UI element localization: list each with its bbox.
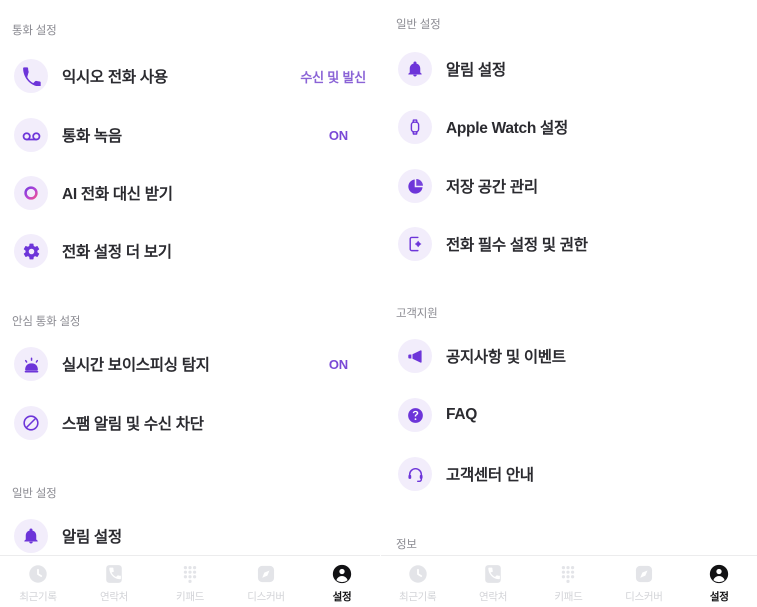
nav-item-keypad[interactable]: 키패드 bbox=[533, 561, 603, 604]
nav-item-settings[interactable]: 설정 bbox=[684, 561, 754, 604]
nav-item-keypad[interactable]: 키패드 bbox=[155, 561, 225, 604]
clock-icon bbox=[407, 561, 429, 587]
keypad-icon bbox=[557, 561, 579, 587]
row-label: 고객센터 안내 bbox=[446, 467, 534, 484]
pie-chart-icon bbox=[398, 169, 432, 203]
row-notification-settings-left[interactable]: 알림 설정 bbox=[14, 514, 366, 558]
row-notification-settings-right[interactable]: 알림 설정 bbox=[398, 47, 738, 91]
nav-item-discover[interactable]: 디스커버 bbox=[609, 561, 679, 604]
question-icon bbox=[398, 398, 432, 432]
row-label: AI 전화 대신 받기 bbox=[62, 186, 173, 203]
phone-icon bbox=[14, 59, 48, 93]
settings-panel-left: 통화 설정 익시오 전화 사용 수신 및 발신 통화 녹음 ON AI 전화 대… bbox=[0, 0, 380, 607]
row-ixio-phone-use[interactable]: 익시오 전화 사용 수신 및 발신 bbox=[14, 54, 366, 98]
discover-icon bbox=[633, 561, 655, 587]
section-title-general-settings-right: 일반 설정 bbox=[396, 19, 441, 31]
person-icon bbox=[331, 561, 353, 587]
row-label: 전화 필수 설정 및 권한 bbox=[446, 237, 588, 254]
nav-label: 설정 bbox=[709, 591, 729, 603]
clock-icon bbox=[27, 561, 49, 587]
voicemail-icon bbox=[14, 118, 48, 152]
row-label: 알림 설정 bbox=[446, 62, 506, 79]
row-label: 통화 녹음 bbox=[62, 128, 122, 145]
nav-label: 디스커버 bbox=[625, 591, 663, 603]
nav-label: 키패드 bbox=[554, 591, 583, 603]
discover-icon bbox=[255, 561, 277, 587]
nav-item-recent[interactable]: 최근기록 bbox=[383, 561, 453, 604]
row-label: FAQ bbox=[446, 406, 477, 423]
nav-label: 디스커버 bbox=[247, 591, 285, 603]
headset-icon bbox=[398, 457, 432, 491]
row-label: 실시간 보이스피싱 탐지 bbox=[62, 357, 210, 374]
panel-divider bbox=[380, 0, 381, 607]
row-more-phone-settings[interactable]: 전화 설정 더 보기 bbox=[14, 229, 366, 273]
row-value-realtime-voicephishing-detect: ON bbox=[328, 356, 348, 372]
nav-label: 최근기록 bbox=[398, 591, 437, 603]
nav-label: 연락처 bbox=[99, 591, 129, 603]
row-value-ixio-phone-use: 수신 및 발신 bbox=[300, 69, 366, 85]
row-call-recording[interactable]: 통화 녹음 ON bbox=[14, 113, 366, 157]
row-customer-center-guide[interactable]: 고객센터 안내 bbox=[398, 452, 738, 496]
bottom-nav-right: 최근기록 연락처 키패드 디스커버 설정 bbox=[380, 555, 757, 607]
row-apple-watch-settings[interactable]: Apple Watch 설정 bbox=[398, 105, 738, 149]
nav-label: 연락처 bbox=[479, 591, 508, 603]
row-phone-required-permissions[interactable]: 전화 필수 설정 및 권한 bbox=[398, 222, 738, 266]
section-title-info: 정보 bbox=[396, 539, 417, 551]
section-title-call-settings: 통화 설정 bbox=[12, 25, 57, 37]
ai-ring-icon bbox=[14, 176, 48, 210]
nav-label: 설정 bbox=[332, 591, 352, 603]
watch-icon bbox=[398, 110, 432, 144]
nav-item-settings[interactable]: 설정 bbox=[307, 561, 377, 604]
row-storage-management[interactable]: 저장 공간 관리 bbox=[398, 164, 738, 208]
contacts-icon bbox=[482, 561, 504, 587]
nav-item-discover[interactable]: 디스커버 bbox=[231, 561, 301, 604]
row-notices-events[interactable]: 공지사항 및 이벤트 bbox=[398, 334, 738, 378]
section-title-general-settings-left: 일반 설정 bbox=[12, 488, 57, 500]
person-icon bbox=[708, 561, 730, 587]
bell-icon bbox=[398, 52, 432, 86]
row-label: 익시오 전화 사용 bbox=[62, 69, 168, 86]
row-label: Apple Watch 설정 bbox=[446, 120, 568, 137]
row-ai-answer-call[interactable]: AI 전화 대신 받기 bbox=[14, 171, 366, 215]
nav-item-contacts[interactable]: 연락처 bbox=[458, 561, 528, 604]
row-faq[interactable]: FAQ bbox=[398, 393, 738, 437]
row-label: 저장 공간 관리 bbox=[446, 179, 538, 196]
row-spam-alert-block[interactable]: 스팸 알림 및 수신 차단 bbox=[14, 401, 366, 445]
siren-icon bbox=[14, 347, 48, 381]
row-label: 전화 설정 더 보기 bbox=[62, 244, 172, 261]
row-label: 알림 설정 bbox=[62, 529, 122, 546]
row-label: 스팸 알림 및 수신 차단 bbox=[62, 416, 204, 433]
nav-label: 키패드 bbox=[175, 591, 205, 603]
nav-item-recent[interactable]: 최근기록 bbox=[3, 561, 73, 604]
keypad-icon bbox=[179, 561, 201, 587]
phone-gear-icon bbox=[398, 227, 432, 261]
settings-screen: 통화 설정 익시오 전화 사용 수신 및 발신 통화 녹음 ON AI 전화 대… bbox=[0, 0, 757, 607]
bell-icon bbox=[14, 519, 48, 553]
section-title-safe-call-settings: 안심 통화 설정 bbox=[12, 316, 81, 328]
block-icon bbox=[14, 406, 48, 440]
megaphone-icon bbox=[398, 339, 432, 373]
row-label: 공지사항 및 이벤트 bbox=[446, 349, 566, 366]
row-realtime-voicephishing-detect[interactable]: 실시간 보이스피싱 탐지 ON bbox=[14, 342, 366, 386]
nav-item-contacts[interactable]: 연락처 bbox=[79, 561, 149, 604]
gear-icon bbox=[14, 234, 48, 268]
bottom-nav-left: 최근기록 연락처 키패드 디스커버 설정 bbox=[0, 555, 380, 607]
nav-label: 최근기록 bbox=[19, 591, 57, 603]
section-title-customer-support: 고객지원 bbox=[396, 308, 438, 320]
contacts-icon bbox=[103, 561, 125, 587]
settings-panel-right: 일반 설정 알림 설정 Apple Watch 설정 저장 공간 관리 전화 필… bbox=[380, 0, 757, 607]
row-value-call-recording: ON bbox=[328, 127, 348, 143]
